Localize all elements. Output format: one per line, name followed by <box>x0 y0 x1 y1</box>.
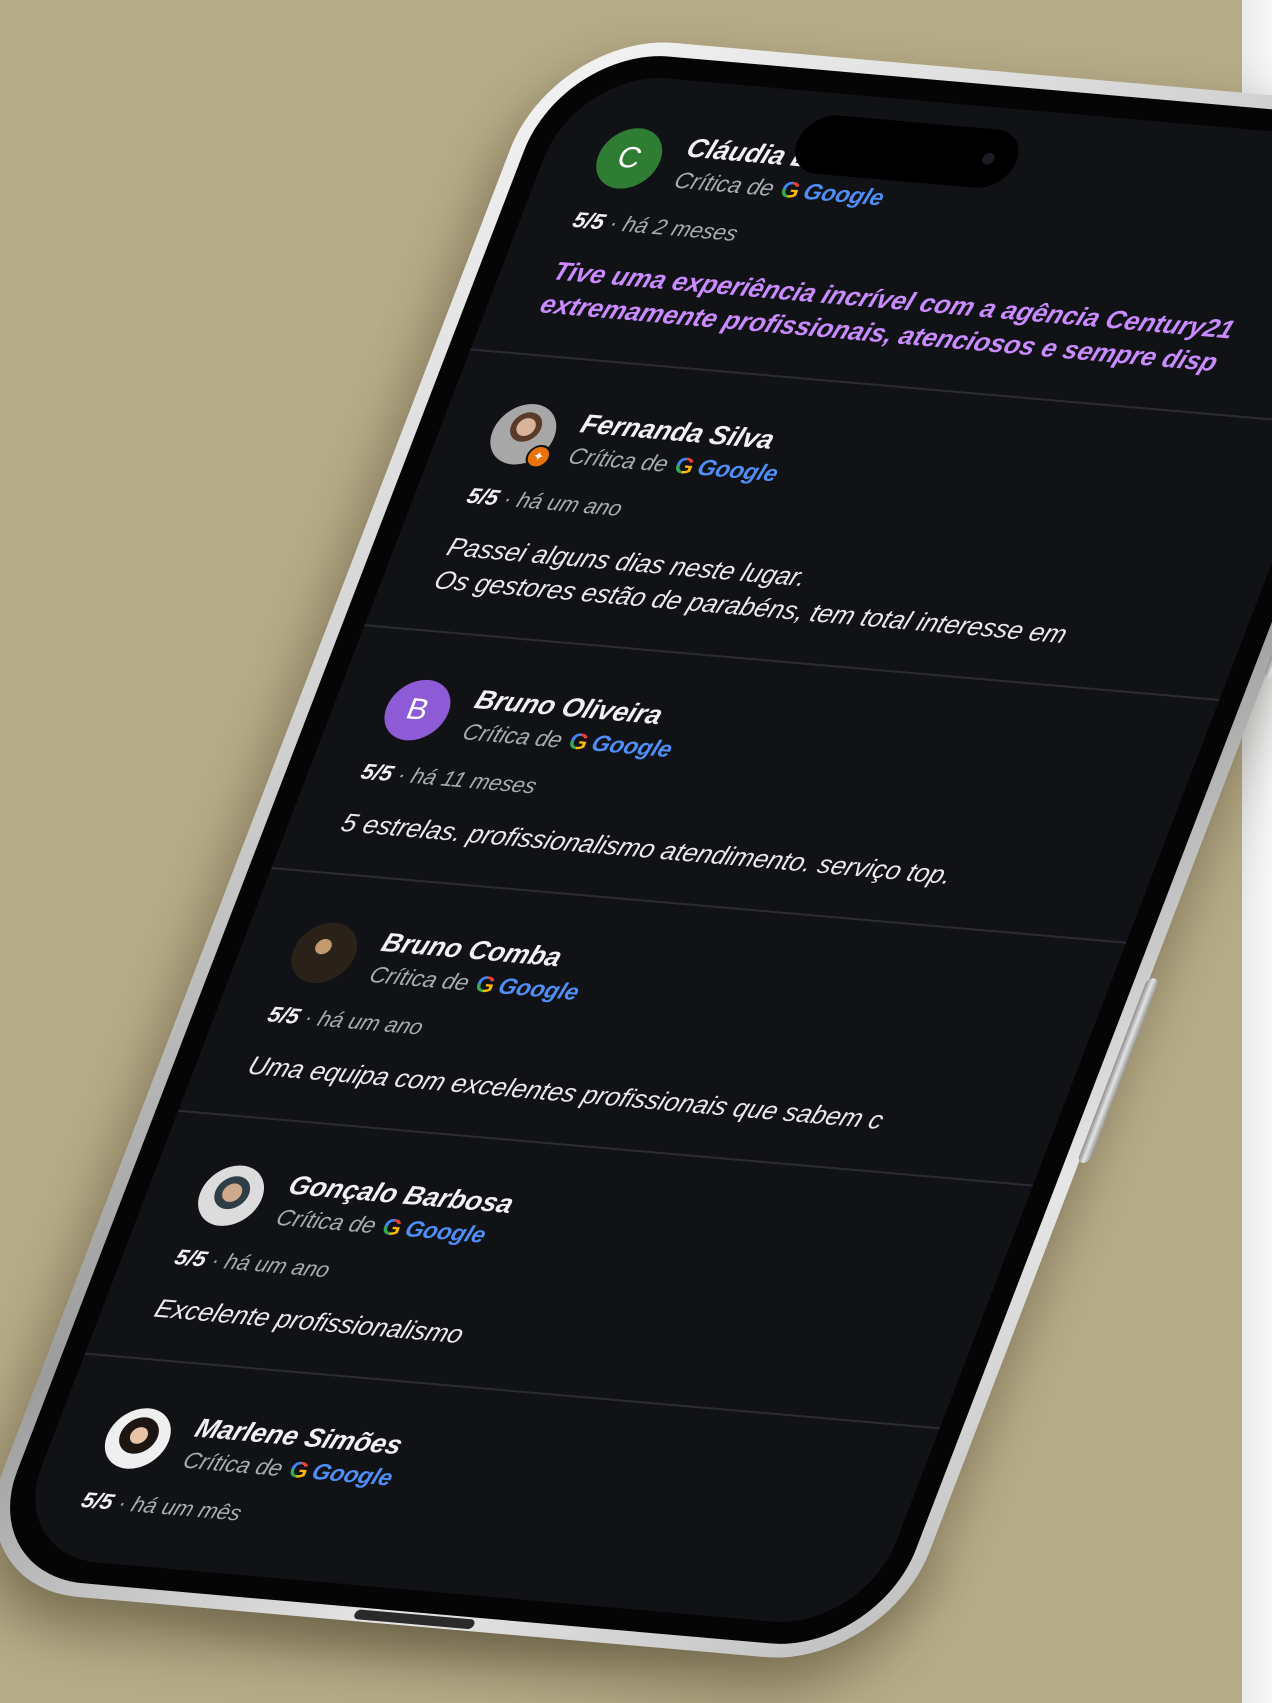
source-prefix: Crítica de <box>272 1204 381 1239</box>
avatar-initial: B <box>401 692 434 727</box>
reviewer-info: Bruno Oliveira Crítica deGGoogle <box>459 685 690 763</box>
source-name[interactable]: Google <box>308 1458 397 1490</box>
source-name[interactable]: Google <box>800 178 889 210</box>
review-age: há um ano <box>221 1248 334 1283</box>
local-guide-badge-icon: ✦ <box>521 443 555 470</box>
phone-screen: C Cláudia L Crítica deGGoogle 5/5 · há 2… <box>7 70 1272 1630</box>
reviews-list: C Cláudia L Crítica deGGoogle 5/5 · há 2… <box>13 71 1272 1616</box>
reviewer-info: Marlene Simões Crítica deGGoogle <box>179 1413 410 1491</box>
review-score: 5/5 <box>264 1001 305 1029</box>
avatar[interactable]: ✦ <box>480 401 566 470</box>
source-prefix: Crítica de <box>365 961 474 996</box>
source-prefix: Crítica de <box>179 1447 288 1481</box>
review-score: 5/5 <box>357 758 398 786</box>
review-age: há 2 meses <box>619 211 742 246</box>
phone-bezel: C Cláudia L Crítica deGGoogle 5/5 · há 2… <box>0 47 1272 1653</box>
review-age: há um mês <box>127 1491 246 1526</box>
avatar-initial: C <box>612 140 647 175</box>
review-age: há um ano <box>513 487 627 521</box>
review-score: 5/5 <box>77 1487 118 1515</box>
review-age: há um ano <box>314 1006 428 1040</box>
review-score: 5/5 <box>171 1244 211 1272</box>
review-score: 5/5 <box>463 483 504 510</box>
source-prefix: Crítica de <box>564 442 673 477</box>
camera-icon <box>980 152 997 166</box>
review-age: há 11 meses <box>407 763 541 799</box>
source-prefix: Crítica de <box>670 166 779 201</box>
phone-frame: C Cláudia L Crítica deGGoogle 5/5 · há 2… <box>0 32 1272 1668</box>
source-prefix: Crítica de <box>459 718 567 753</box>
reviewer-info: Gonçalo Barbosa Crítica deGGoogle <box>272 1170 518 1250</box>
source-name[interactable]: Google <box>401 1215 490 1247</box>
review-score: 5/5 <box>569 207 610 235</box>
avatar[interactable] <box>95 1405 181 1472</box>
source-name[interactable]: Google <box>495 973 584 1005</box>
avatar[interactable] <box>281 920 367 986</box>
avatar[interactable]: B <box>375 677 460 743</box>
avatar[interactable]: C <box>586 125 672 192</box>
source-name[interactable]: Google <box>588 730 677 762</box>
source-name[interactable]: Google <box>694 454 783 486</box>
reviewer-info: Bruno Comba Crítica deGGoogle <box>365 927 596 1005</box>
avatar[interactable] <box>188 1162 274 1229</box>
reviewer-info: Fernanda Silva Crítica deGGoogle <box>565 409 796 487</box>
